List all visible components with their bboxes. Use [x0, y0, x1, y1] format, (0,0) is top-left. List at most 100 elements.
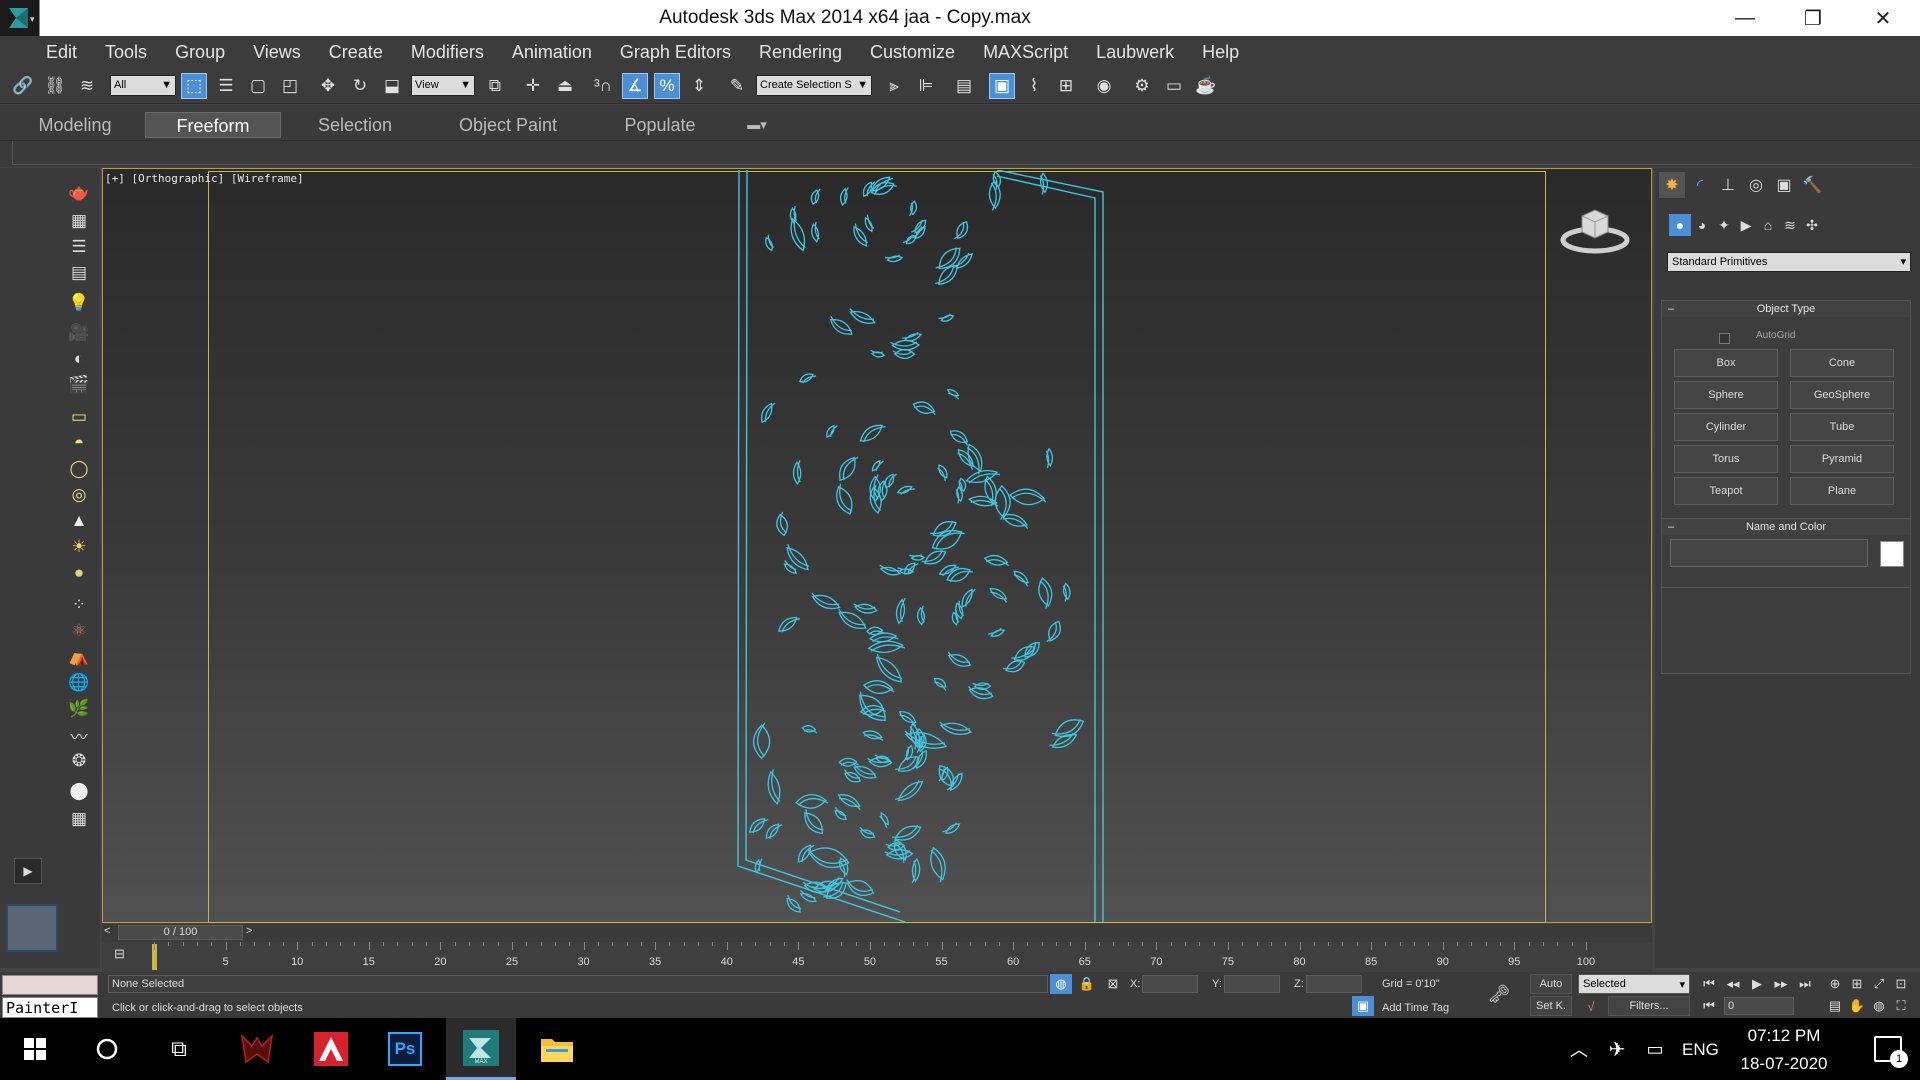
- add-time-tag[interactable]: Add Time Tag: [1382, 1002, 1449, 1014]
- geosphere-button[interactable]: GeoSphere: [1790, 381, 1894, 409]
- scale-icon[interactable]: ⬓: [379, 73, 405, 99]
- sky-sphere-icon[interactable]: ●: [62, 560, 96, 586]
- cortana-search-icon[interactable]: [80, 1018, 134, 1080]
- expand-panel-icon[interactable]: ▶: [14, 858, 42, 884]
- track-bar[interactable]: ⊟ 5 10 15 20 25 30 35 40 45 50 55 60 65 70 75 80 85 90 95 1…: [102, 942, 1652, 972]
- sphere-icon[interactable]: ◯: [62, 456, 96, 482]
- move-icon[interactable]: ✥: [315, 73, 341, 99]
- hair-fur-icon[interactable]: 〰: [62, 722, 96, 748]
- 3dsmax-taskbar-icon[interactable]: MAX: [446, 1018, 516, 1080]
- autocad-icon[interactable]: [300, 1018, 362, 1080]
- perforated-panel-wireframe[interactable]: [735, 170, 1105, 922]
- photoshop-icon[interactable]: Ps: [374, 1018, 436, 1080]
- menu-rendering[interactable]: Rendering: [759, 42, 842, 63]
- plane-button[interactable]: Plane: [1790, 477, 1894, 505]
- current-frame-input[interactable]: 0: [1724, 997, 1794, 1015]
- lock-selection-icon[interactable]: 🔒: [1076, 974, 1098, 994]
- material-editor-icon[interactable]: ◉: [1091, 73, 1117, 99]
- x-coordinate-input[interactable]: [1142, 975, 1198, 993]
- bind-space-warp-icon[interactable]: ≋: [74, 73, 100, 99]
- sphere-button[interactable]: Sphere: [1674, 381, 1778, 409]
- selection-filter-select[interactable]: All ▼: [110, 75, 176, 96]
- half-sphere-icon[interactable]: ◐: [62, 346, 96, 372]
- geometry-icon[interactable]: ●: [1669, 214, 1691, 236]
- select-object-icon[interactable]: ⬚: [181, 73, 207, 99]
- mirror-icon[interactable]: ⫸: [881, 73, 907, 99]
- motion-tab-icon[interactable]: ◎: [1743, 172, 1769, 198]
- auto-key-button[interactable]: Auto: [1530, 974, 1572, 994]
- pivot-center-icon[interactable]: ⧉: [482, 73, 508, 99]
- create-tab-icon[interactable]: ✸: [1659, 172, 1685, 198]
- add-time-tag-icon[interactable]: ▣: [1352, 996, 1374, 1016]
- space-warps-icon[interactable]: ≋: [1779, 214, 1801, 236]
- zoom-extents-all-icon[interactable]: ⊡: [1890, 974, 1912, 994]
- zoom-all-icon[interactable]: ⊞: [1846, 974, 1868, 994]
- menu-animation[interactable]: Animation: [512, 42, 592, 63]
- select-by-name-icon[interactable]: ☰: [213, 73, 239, 99]
- battery-icon[interactable]: ▭: [1638, 1018, 1672, 1080]
- maxscript-listener-input[interactable]: PainterI: [2, 997, 98, 1018]
- helpers-icon[interactable]: ⌂: [1757, 214, 1779, 236]
- dome-icon[interactable]: ◓: [62, 430, 96, 456]
- render-production-icon[interactable]: ☕: [1193, 73, 1219, 99]
- time-slider-prev[interactable]: <: [104, 925, 110, 937]
- cloth-icon[interactable]: ❂: [62, 748, 96, 774]
- tab-selection[interactable]: Selection: [290, 112, 420, 138]
- cameras-icon[interactable]: ▶: [1735, 214, 1757, 236]
- tab-modeling[interactable]: Modeling: [14, 112, 136, 138]
- select-manipulate-icon[interactable]: ✛: [520, 73, 546, 99]
- tube-button[interactable]: Tube: [1790, 413, 1894, 441]
- menu-customize[interactable]: Customize: [870, 42, 955, 63]
- object-type-header[interactable]: – Object Type: [1662, 301, 1910, 317]
- clock-date[interactable]: 18-07-2020: [1736, 1054, 1832, 1074]
- rotate-icon[interactable]: ↻: [347, 73, 373, 99]
- viewcube[interactable]: [1560, 198, 1630, 258]
- teapot-icon[interactable]: 🫖: [62, 180, 96, 206]
- torus-icon[interactable]: ◎: [62, 482, 96, 508]
- globe-icon[interactable]: 🌐: [62, 670, 96, 696]
- select-link-icon[interactable]: 🔗: [10, 73, 36, 99]
- menu-graph-editors[interactable]: Graph Editors: [620, 42, 731, 63]
- orbit-icon[interactable]: ◍: [1868, 996, 1890, 1016]
- display-tab-icon[interactable]: ▣: [1771, 172, 1797, 198]
- cone-icon[interactable]: ▲: [62, 508, 96, 534]
- menu-group[interactable]: Group: [175, 42, 225, 63]
- tab-populate[interactable]: Populate: [600, 112, 720, 138]
- key-curve-icon[interactable]: √: [1580, 996, 1602, 1016]
- zoom-icon[interactable]: ⊕: [1824, 974, 1846, 994]
- percent-snap-icon[interactable]: %: [654, 73, 680, 99]
- menu-edit[interactable]: Edit: [46, 42, 77, 63]
- menu-tools[interactable]: Tools: [105, 42, 147, 63]
- notifications-icon[interactable]: 1: [1860, 1018, 1916, 1080]
- go-to-start-icon[interactable]: ⏮: [1698, 974, 1720, 994]
- layer-manager-icon[interactable]: ▤: [951, 73, 977, 99]
- menu-help[interactable]: Help: [1202, 42, 1239, 63]
- plane-icon[interactable]: ▭: [62, 404, 96, 430]
- field-of-view-icon[interactable]: ▤: [1824, 996, 1846, 1016]
- light-icon[interactable]: 💡: [62, 290, 96, 316]
- object-name-input[interactable]: [1670, 539, 1868, 567]
- minimize-button[interactable]: —: [1710, 0, 1780, 36]
- go-to-end-icon[interactable]: ⏭: [1794, 974, 1816, 994]
- keyboard-shortcut-override-icon[interactable]: ⏏: [552, 73, 578, 99]
- name-and-color-header[interactable]: – Name and Color: [1662, 519, 1910, 535]
- windows-start-icon[interactable]: [8, 1018, 62, 1080]
- systems-icon[interactable]: ✣: [1801, 214, 1823, 236]
- shapes-icon[interactable]: ◕: [1691, 214, 1713, 236]
- pan-icon[interactable]: ✋: [1846, 996, 1868, 1016]
- input-language[interactable]: ENG: [1682, 1040, 1719, 1060]
- key-filter-select[interactable]: Selected ▾: [1578, 974, 1690, 994]
- particles-icon[interactable]: ⁘: [62, 592, 96, 618]
- maximize-viewport-icon[interactable]: ⛶: [1890, 996, 1912, 1016]
- menu-laubwerk[interactable]: Laubwerk: [1096, 42, 1174, 63]
- menu-modifiers[interactable]: Modifiers: [411, 42, 484, 63]
- z-coordinate-input[interactable]: [1306, 975, 1362, 993]
- object-color-swatch[interactable]: [1880, 541, 1904, 567]
- time-slider-next[interactable]: >: [246, 925, 252, 937]
- menu-create[interactable]: Create: [329, 42, 383, 63]
- utilities-tab-icon[interactable]: 🔨: [1799, 172, 1825, 198]
- rendered-frame-window-icon[interactable]: ▭: [1161, 73, 1187, 99]
- menu-maxscript[interactable]: MAXScript: [983, 42, 1068, 63]
- unlink-icon[interactable]: ⛓: [42, 73, 68, 99]
- modify-tab-icon[interactable]: ◜: [1687, 172, 1713, 198]
